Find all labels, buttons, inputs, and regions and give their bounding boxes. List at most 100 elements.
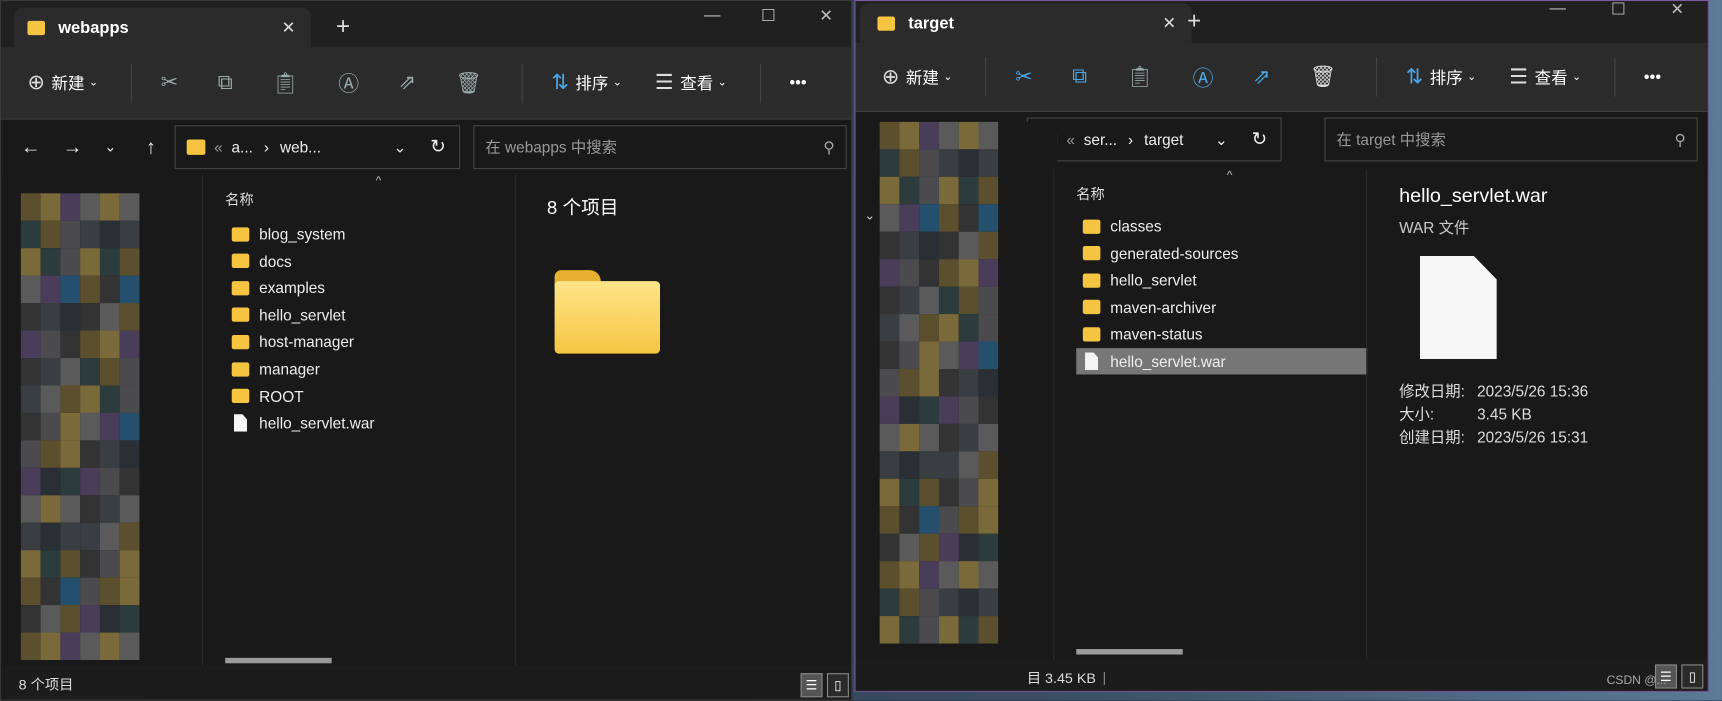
share-button[interactable]: ⇗ <box>1253 57 1277 97</box>
maximize-button[interactable]: ☐ <box>1611 1 1626 19</box>
list-item[interactable]: examples <box>225 275 489 301</box>
up-button[interactable]: ↑ <box>146 136 168 159</box>
mosaic-cell <box>179 605 199 633</box>
copy-button[interactable]: ⧉ <box>1072 57 1094 97</box>
horizontal-scrollbar[interactable] <box>225 657 332 664</box>
recent-button[interactable]: ⌄ <box>104 138 126 156</box>
close-window-button[interactable]: ✕ <box>819 5 833 26</box>
divider <box>759 63 761 103</box>
mosaic-cell <box>99 220 120 249</box>
list-item[interactable]: generated-sources <box>1076 240 1340 266</box>
paste-button[interactable]: 📋︎ <box>1127 57 1160 97</box>
minimize-button[interactable]: — <box>1550 1 1566 17</box>
mosaic-cell <box>1018 259 1038 287</box>
view-button[interactable]: ☰ 查看 ⌄ <box>655 63 727 103</box>
tiles-view-button[interactable]: ▯ <box>826 673 849 698</box>
mosaic-cell <box>978 478 999 507</box>
horizontal-scrollbar[interactable] <box>1076 649 1183 655</box>
mosaic-cell <box>99 467 120 496</box>
navigation-pane-obscured <box>879 121 1058 644</box>
list-item[interactable]: classes <box>1076 213 1340 239</box>
breadcrumb-item[interactable]: ser... <box>1084 131 1117 149</box>
sort-button[interactable]: ⇅ 排序 ⌄ <box>551 63 622 103</box>
view-button[interactable]: ☰ 查看 ⌄ <box>1509 57 1581 97</box>
list-item[interactable]: maven-status <box>1076 321 1340 347</box>
close-tab-icon[interactable]: ✕ <box>282 18 296 38</box>
tiles-view-button[interactable]: ▯ <box>1681 664 1704 689</box>
mosaic-cell <box>20 220 41 249</box>
close-tab-icon[interactable]: ✕ <box>1162 13 1176 33</box>
copy-button[interactable]: ⧉ <box>218 63 240 103</box>
share-button[interactable]: ⇗ <box>399 63 423 103</box>
list-item[interactable]: host-manager <box>225 329 489 355</box>
mosaic-cell <box>179 440 199 468</box>
column-header-name[interactable]: 名称 <box>1076 182 1105 203</box>
mosaic-cell <box>919 478 939 507</box>
list-item[interactable]: hello_servlet <box>1076 267 1340 293</box>
new-tab-button[interactable]: + <box>1187 7 1201 36</box>
close-window-button[interactable]: ✕ <box>1670 1 1684 19</box>
chevron-down-icon[interactable]: ⌄ <box>393 138 406 157</box>
breadcrumb-item[interactable]: a... <box>231 138 252 156</box>
mosaic-cell <box>1018 314 1038 342</box>
delete-button[interactable]: 🗑︎ <box>456 63 489 103</box>
search-input[interactable]: 在 webapps 中搜索 ⚲ <box>473 125 847 170</box>
mosaic-cell <box>958 478 979 507</box>
mosaic-cell <box>40 358 61 386</box>
sort-button[interactable]: ⇅ 排序 ⌄ <box>1406 57 1477 97</box>
rename-button[interactable]: Ⓐ <box>1193 57 1220 97</box>
back-button[interactable]: ← <box>21 136 43 159</box>
details-view-button[interactable]: ☰ <box>800 673 823 698</box>
mosaic-cell <box>879 176 900 205</box>
search-icon: ⚲ <box>823 137 835 156</box>
refresh-icon[interactable]: ↻ <box>430 136 446 158</box>
mosaic-cell <box>159 275 180 304</box>
tab-webapps[interactable]: webapps ✕ <box>14 7 311 48</box>
list-item[interactable]: hello_servlet.war <box>225 410 489 436</box>
breadcrumb[interactable]: « ser... › target ⌄ ↻ <box>1026 117 1282 162</box>
list-item[interactable]: ROOT <box>225 383 489 409</box>
search-input[interactable]: 在 target 中搜索 ⚲ <box>1324 117 1698 162</box>
delete-button[interactable]: 🗑︎ <box>1310 57 1343 97</box>
list-item[interactable]: maven-archiver <box>1076 294 1340 320</box>
mosaic-cell <box>978 396 999 424</box>
list-item[interactable]: hello_servlet <box>225 302 489 328</box>
minimize-button[interactable]: — <box>704 5 720 24</box>
cut-button[interactable]: ✂ <box>1015 57 1039 97</box>
new-button[interactable]: ⊕ 新建 ⌄ <box>27 63 98 103</box>
list-item[interactable]: blog_system <box>225 221 489 247</box>
folder-icon <box>231 334 250 350</box>
column-header-name[interactable]: 名称 <box>225 188 254 209</box>
refresh-icon[interactable]: ↻ <box>1252 128 1268 150</box>
rename-button[interactable]: Ⓐ <box>338 63 365 103</box>
tab-target[interactable]: target ✕ <box>859 3 1192 43</box>
mosaic-cell <box>40 440 61 468</box>
list-item[interactable]: manager <box>225 356 489 382</box>
mosaic-cell <box>1018 204 1038 232</box>
mosaic-cell <box>919 423 939 452</box>
new-tab-button[interactable]: + <box>336 12 350 41</box>
new-button[interactable]: ⊕ 新建 ⌄ <box>882 57 953 97</box>
mosaic-cell <box>998 204 1019 232</box>
mosaic-cell <box>879 478 900 507</box>
folder-icon <box>186 139 206 155</box>
breadcrumb-item[interactable]: web... <box>280 138 321 156</box>
cut-button[interactable]: ✂ <box>161 63 185 103</box>
list-item[interactable]: docs <box>225 248 489 274</box>
chevron-down-icon[interactable]: ⌄ <box>1215 130 1228 149</box>
maximize-button[interactable]: ☐ <box>761 5 776 26</box>
breadcrumb-item[interactable]: target <box>1144 131 1183 149</box>
mosaic-cell <box>139 605 160 633</box>
list-item[interactable]: hello_servlet.war <box>1076 348 1368 375</box>
more-button[interactable]: ••• <box>789 63 806 103</box>
scissors-icon: ✂ <box>1015 65 1033 89</box>
breadcrumb[interactable]: « a... › web... ⌄ ↻ <box>174 125 461 170</box>
details-pane: hello_servlet.war WAR 文件 修改日期: 2023/5/26 … <box>1366 169 1708 661</box>
copy-icon: ⧉ <box>1072 64 1088 88</box>
details-file-type: WAR 文件 <box>1399 218 1470 237</box>
paste-button[interactable]: 📋︎ <box>272 63 305 103</box>
forward-button[interactable]: → <box>63 136 85 159</box>
expand-chevron-icon[interactable]: ⌄ <box>864 208 875 223</box>
plus-circle-icon: ⊕ <box>881 65 900 89</box>
more-button[interactable]: ••• <box>1644 57 1661 97</box>
